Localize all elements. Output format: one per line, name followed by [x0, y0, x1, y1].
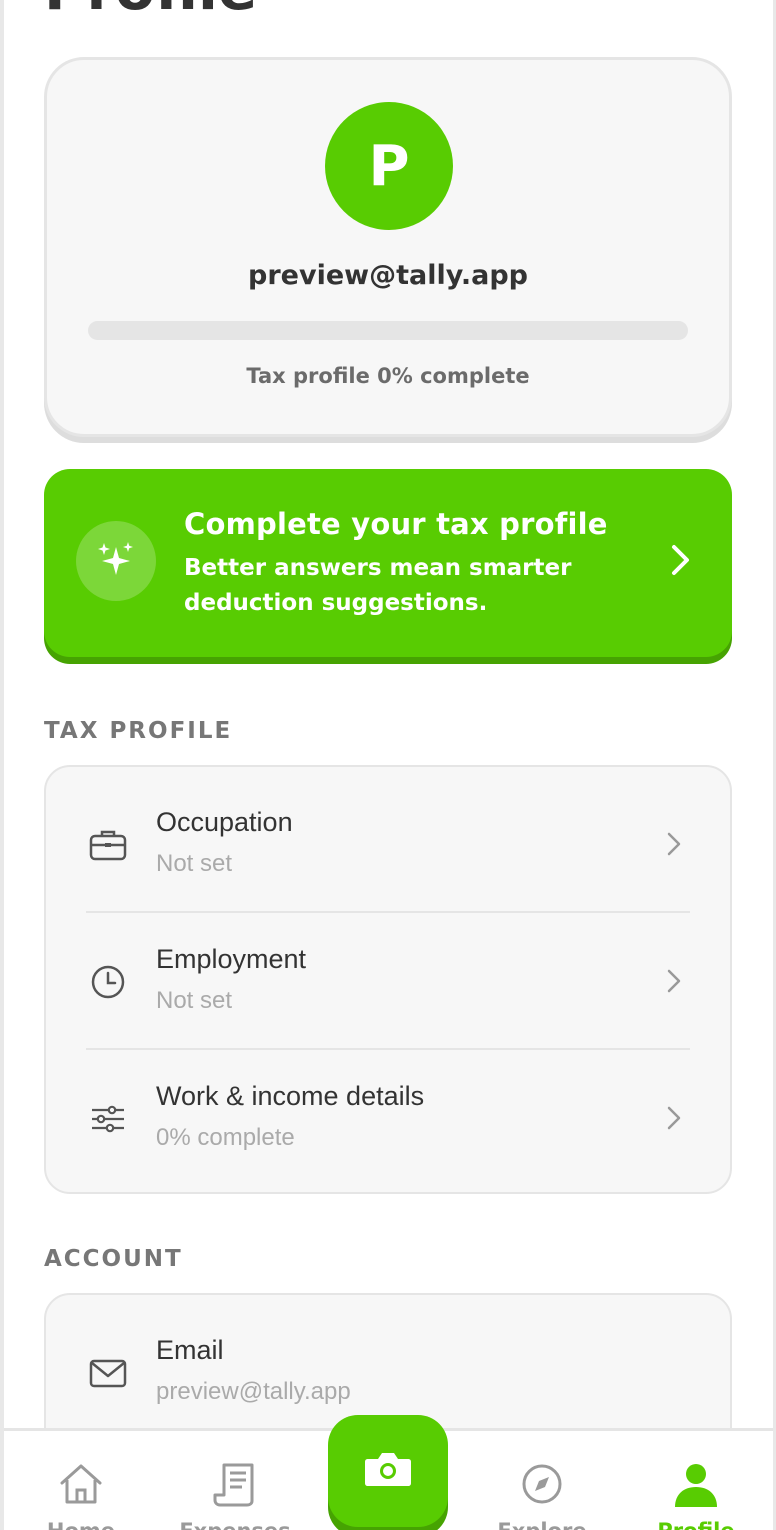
banner-title: Complete your tax profile	[184, 507, 608, 541]
tax-profile-header: TAX PROFILE	[44, 718, 233, 744]
clock-icon	[91, 965, 125, 999]
banner-subtitle: Better answers mean smarter deduction su…	[184, 555, 572, 616]
frame-border-left	[0, 0, 4, 1530]
tax-profile-progress-bar	[88, 321, 688, 340]
list-item-label: Work & income details	[156, 1081, 425, 1111]
camera-button[interactable]	[328, 1415, 448, 1527]
nav-label: Explore	[477, 1519, 607, 1530]
list-item-value: Not set	[156, 987, 233, 1014]
briefcase-icon	[89, 830, 127, 861]
tax-profile-list: Occupation Not set Employment Not set Wo…	[44, 765, 732, 1194]
complete-tax-profile-banner[interactable]: Complete your tax profile Better answers…	[44, 469, 732, 657]
nav-item-expenses[interactable]: Expenses	[170, 1431, 300, 1530]
list-item-value: preview@tally.app	[156, 1378, 351, 1405]
list-item-label: Employment	[156, 944, 307, 974]
sliders-icon	[92, 1105, 124, 1133]
chevron-right-icon	[672, 545, 689, 575]
user-icon	[675, 1464, 717, 1507]
mail-icon	[89, 1359, 127, 1388]
nav-item-profile[interactable]: Profile	[631, 1431, 761, 1530]
list-item-email[interactable]: Email preview@tally.app	[46, 1295, 730, 1432]
chevron-right-icon	[667, 969, 681, 993]
avatar[interactable]: P	[325, 102, 453, 230]
nav-item-home[interactable]: Home	[16, 1431, 146, 1530]
list-item-label: Occupation	[156, 807, 293, 837]
nav-label: Expenses	[170, 1519, 300, 1530]
profile-card: P preview@tally.app Tax profile 0% compl…	[44, 57, 732, 437]
account-header: ACCOUNT	[44, 1246, 183, 1272]
list-item-value: Not set	[156, 850, 233, 877]
list-item-value: 0% complete	[156, 1124, 295, 1151]
page-title: Profile	[44, 0, 257, 18]
list-item-employment[interactable]: Employment Not set	[46, 904, 730, 1041]
compass-icon	[522, 1464, 562, 1504]
camera-icon	[365, 1453, 411, 1486]
chevron-right-icon	[667, 832, 681, 856]
profile-email: preview@tally.app	[248, 260, 528, 291]
home-icon	[60, 1464, 102, 1504]
nav-label: Profile	[631, 1519, 761, 1530]
sparkles-icon	[76, 521, 156, 601]
list-item-label: Email	[156, 1335, 224, 1365]
list-item-occupation[interactable]: Occupation Not set	[46, 767, 730, 904]
list-item-work-income[interactable]: Work & income details 0% complete	[46, 1041, 730, 1178]
nav-label: Home	[16, 1519, 146, 1530]
nav-item-explore[interactable]: Explore	[477, 1431, 607, 1530]
receipt-icon	[213, 1463, 254, 1507]
tax-profile-progress-text: Tax profile 0% complete	[246, 364, 530, 388]
chevron-right-icon	[667, 1106, 681, 1130]
